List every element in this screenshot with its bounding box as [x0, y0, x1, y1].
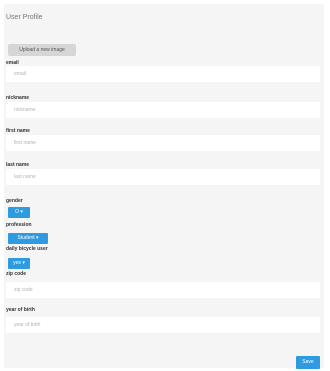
daily-bicycle-user-select[interactable]: yes ▾	[8, 258, 30, 269]
nickname-field[interactable]: nickname	[6, 102, 320, 118]
save-button[interactable]: Save	[296, 356, 320, 369]
year-of-birth-field[interactable]: year of birth	[6, 317, 320, 333]
gender-select[interactable]: O ▾	[8, 207, 30, 218]
profession-label: profession	[6, 222, 32, 228]
daily-bicycle-user-label: daily bicycle user	[6, 246, 48, 252]
profession-select[interactable]: Student ▾	[8, 233, 48, 244]
first-name-label: first name	[6, 128, 30, 134]
profile-form	[4, 4, 324, 368]
email-field[interactable]: email	[6, 66, 320, 82]
gender-label: gender	[6, 198, 23, 204]
last-name-label: last name	[6, 162, 30, 168]
zip-code-label: zip code	[6, 271, 27, 277]
nickname-label: nickname	[6, 95, 30, 101]
zip-code-field[interactable]: zip code	[6, 282, 320, 298]
first-name-field[interactable]: first name	[6, 135, 320, 151]
page-title: User Profile	[6, 14, 43, 21]
year-of-birth-label: year of birth	[6, 307, 35, 313]
upload-image-button[interactable]: Upload a new image	[8, 44, 76, 56]
last-name-field[interactable]: last name	[6, 169, 320, 185]
